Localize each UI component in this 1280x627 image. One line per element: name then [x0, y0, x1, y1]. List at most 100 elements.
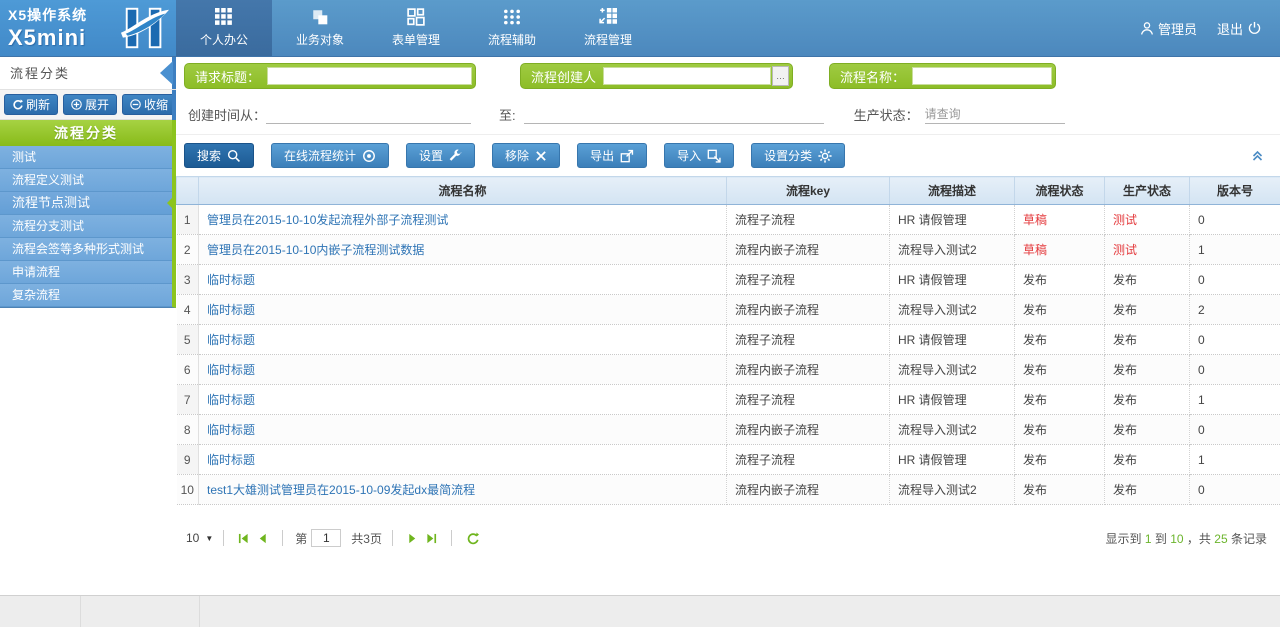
request-title-label: 请求标题： [188, 67, 267, 86]
category-item[interactable]: 复杂流程 [0, 284, 172, 307]
date-from-input[interactable] [266, 106, 471, 124]
cell-name: 临时标题 [199, 415, 727, 445]
cell-prod: 测试 [1105, 205, 1190, 235]
search-icon [227, 149, 241, 163]
toolbar-button-label: 在线流程统计 [284, 147, 356, 164]
process-link[interactable]: 临时标题 [207, 303, 255, 317]
sidebar-panel-title-text: 流程分类 [10, 66, 70, 81]
logout-button[interactable]: 退出 [1217, 19, 1262, 38]
creator-label: 流程创建人 [524, 67, 603, 86]
cell-prod: 发布 [1105, 355, 1190, 385]
collapse-panel-icon[interactable] [1250, 148, 1265, 162]
cell-state: 发布 [1015, 445, 1105, 475]
cell-key: 流程子流程 [727, 265, 890, 295]
process-link[interactable]: 临时标题 [207, 363, 255, 377]
col-desc: 流程描述 [890, 177, 1015, 205]
table-header: 流程名称 流程key 流程描述 流程状态 生产状态 版本号 [177, 177, 1280, 205]
category-item[interactable]: 流程会签等多种形式测试 [0, 238, 172, 261]
toolbar-button[interactable]: 在线流程统计 [271, 143, 389, 168]
sidebar-tool-button[interactable]: 收缩 [122, 94, 176, 115]
date-to-input[interactable] [524, 106, 824, 124]
nav-tab[interactable]: 业务对象 [272, 0, 368, 56]
next-page-button[interactable] [407, 533, 418, 544]
creator-input[interactable] [603, 67, 771, 85]
cell-desc: 流程导入测试2 [890, 475, 1015, 505]
table-body: 1 管理员在2015-10-10发起流程外部子流程测试 流程子流程 HR 请假管… [177, 205, 1280, 505]
nav-tab-label: 个人办公 [200, 31, 248, 48]
request-title-input[interactable] [267, 67, 472, 85]
toolbar-button[interactable]: 搜索 [184, 143, 254, 168]
category-item[interactable]: 申请流程 [0, 261, 172, 284]
page-size-select[interactable]: 10 ▼ [186, 531, 213, 545]
cell-version: 0 [1190, 355, 1280, 385]
category-item[interactable]: 测试 [0, 146, 172, 169]
user-name: 管理员 [1158, 19, 1197, 38]
cell-name: 管理员在2015-10-10内嵌子流程测试数据 [199, 235, 727, 265]
sidebar-collapse-icon[interactable] [160, 61, 173, 85]
category-item[interactable]: 流程节点测试 [0, 192, 172, 215]
cell-state: 草稿 [1015, 235, 1105, 265]
selected-arrow-icon [167, 194, 176, 212]
records-from: 1 [1145, 532, 1152, 546]
cell-version: 0 [1190, 475, 1280, 505]
cell-version: 1 [1190, 235, 1280, 265]
creator-filter: 流程创建人 … [520, 63, 793, 89]
nav-tab[interactable]: 个人办公 [176, 0, 272, 56]
process-link[interactable]: 管理员在2015-10-10内嵌子流程测试数据 [207, 243, 424, 257]
cell-key: 流程内嵌子流程 [727, 475, 890, 505]
toolbar-button[interactable]: 导出 [577, 143, 647, 168]
cell-prod: 发布 [1105, 445, 1190, 475]
toolbar-button[interactable]: 设置分类 [751, 143, 845, 168]
flow-name-input[interactable] [912, 67, 1052, 85]
cell-version: 0 [1190, 325, 1280, 355]
target-icon [362, 149, 376, 163]
process-link[interactable]: 临时标题 [207, 273, 255, 287]
last-page-button[interactable] [426, 533, 437, 544]
cell-desc: 流程导入测试2 [890, 415, 1015, 445]
toolbar-button[interactable]: 移除 [492, 143, 560, 168]
process-link[interactable]: 临时标题 [207, 393, 255, 407]
forms-icon [407, 8, 425, 26]
sidebar-tool-button[interactable]: 刷新 [4, 94, 58, 115]
total-pages-label: 共3页 [351, 530, 382, 547]
nav-tab[interactable]: 流程管理 [560, 0, 656, 56]
prev-page-button[interactable] [257, 533, 268, 544]
nav-tab-label: 流程辅助 [488, 31, 536, 48]
cell-desc: HR 请假管理 [890, 325, 1015, 355]
process-link[interactable]: 临时标题 [207, 453, 255, 467]
nav-tab[interactable]: 表单管理 [368, 0, 464, 56]
caret-down-icon: ▼ [205, 534, 213, 543]
process-link[interactable]: 管理员在2015-10-10发起流程外部子流程测试 [207, 213, 448, 227]
minus-icon [130, 99, 141, 110]
page-number-input[interactable] [311, 529, 341, 547]
process-link[interactable]: test1大雄测试管理员在2015-10-09发起dx最简流程 [207, 483, 475, 497]
reload-grid-button[interactable] [466, 532, 479, 545]
process-link[interactable]: 临时标题 [207, 423, 255, 437]
category-item-label: 测试 [12, 150, 36, 164]
toolbar-button[interactable]: 导入 [664, 143, 734, 168]
process-link[interactable]: 临时标题 [207, 333, 255, 347]
col-state: 流程状态 [1015, 177, 1105, 205]
cell-state: 发布 [1015, 265, 1105, 295]
row-number: 5 [177, 325, 199, 355]
cell-state: 发布 [1015, 385, 1105, 415]
prod-state-input[interactable] [925, 106, 1065, 124]
flow-name-label: 流程名称： [833, 67, 912, 86]
creator-picker-button[interactable]: … [772, 66, 789, 86]
cell-name: 临时标题 [199, 355, 727, 385]
sidebar-tool-button[interactable]: 展开 [63, 94, 117, 115]
page-prefix-label: 第 [295, 530, 307, 547]
sidebar-tool-label: 展开 [85, 96, 109, 113]
cell-desc: 流程导入测试2 [890, 295, 1015, 325]
cell-state: 发布 [1015, 355, 1105, 385]
toolbar-button[interactable]: 设置 [406, 143, 475, 168]
category-item[interactable]: 流程定义测试 [0, 169, 172, 192]
first-page-button[interactable] [238, 533, 249, 544]
user-menu[interactable]: 管理员 [1140, 19, 1197, 38]
nav-tab[interactable]: 流程辅助 [464, 0, 560, 56]
page-size-value: 10 [186, 531, 199, 545]
cell-version: 0 [1190, 265, 1280, 295]
logo-h-icon [120, 5, 170, 51]
category-item[interactable]: 流程分支测试 [0, 215, 172, 238]
category-item-label: 流程定义测试 [12, 173, 84, 187]
